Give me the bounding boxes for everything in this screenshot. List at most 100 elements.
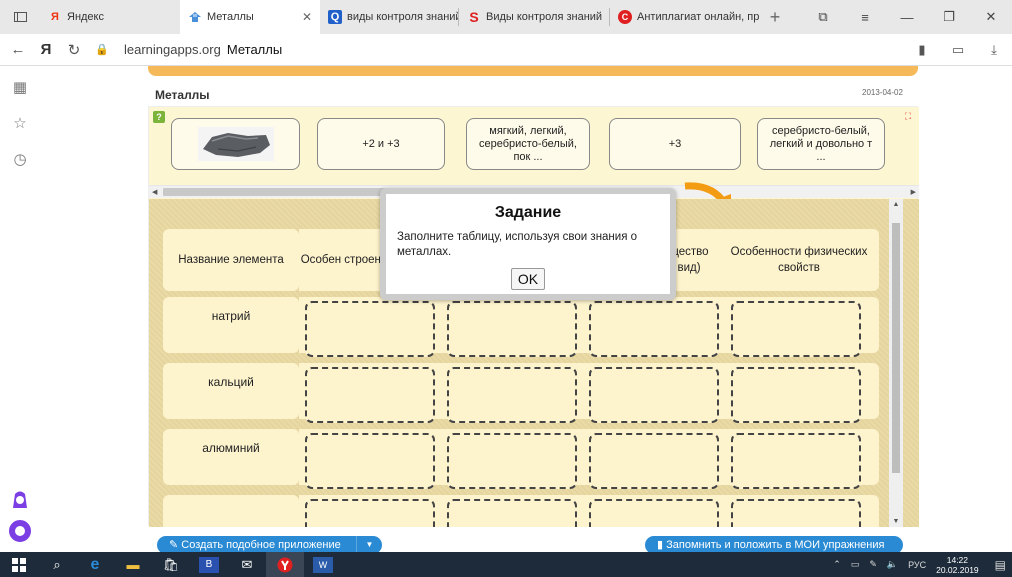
scroll-down-icon[interactable]: ▼ xyxy=(889,518,903,525)
card-silver-white[interactable]: серебристо-белый, легкий и довольно т ..… xyxy=(757,118,885,170)
app-date: 2013-04-02 xyxy=(862,88,903,97)
history-clock-icon[interactable]: ◷ xyxy=(0,150,40,174)
help-icon[interactable]: ? xyxy=(153,111,165,123)
column-header-structure: Особен строени xyxy=(299,229,389,291)
yandex-browser-icon[interactable] xyxy=(266,552,304,577)
drop-cell[interactable] xyxy=(305,301,435,357)
scroll-right-icon[interactable]: ▶ xyxy=(911,186,916,199)
minimize-icon[interactable]: — xyxy=(886,10,928,25)
file-explorer-icon[interactable]: ▬ xyxy=(114,552,152,577)
dialog-text: Заполните таблицу, используя свои знания… xyxy=(397,231,638,258)
network-icon[interactable]: ▭ xyxy=(851,559,860,570)
drop-cell[interactable] xyxy=(305,499,435,527)
page-content: Металлы 2013-04-02 +2 и +3 мягкий, легки… xyxy=(40,66,1012,552)
language-indicator[interactable]: РУС xyxy=(908,560,926,570)
tray-chevron-icon[interactable]: ⌃ xyxy=(833,559,841,570)
maximize-icon[interactable]: ❐ xyxy=(928,9,970,25)
card-image-sample[interactable] xyxy=(171,118,300,170)
c-icon: C xyxy=(618,10,632,24)
address-bar: ← Я ↻ 🔒 learningapps.org Металлы ▮ ▭ ⤓ xyxy=(0,34,1012,66)
cards-row: +2 и +3 мягкий, легкий, серебристо-белый… xyxy=(149,107,919,185)
panels-icon xyxy=(13,12,27,22)
tab-antiplagiat[interactable]: C Антиплагиат онлайн, пр xyxy=(610,0,760,34)
scroll-left-icon[interactable]: ◀ xyxy=(152,186,157,199)
yandex-logo-icon[interactable]: Я xyxy=(32,41,60,58)
save-to-my-exercises-button[interactable]: ▮ Запомнить и положить в МОИ упражнения xyxy=(645,536,903,552)
create-similar-app-button[interactable]: ✎ Создать подобное приложение ▼ xyxy=(157,536,382,552)
drop-cell[interactable] xyxy=(589,301,719,357)
drop-cell[interactable] xyxy=(305,433,435,489)
word-icon[interactable]: W xyxy=(313,556,333,573)
assistant-icon[interactable] xyxy=(9,520,31,542)
app-top-strip xyxy=(148,66,918,76)
drop-cell[interactable] xyxy=(731,499,861,527)
sidebar-toggle-button[interactable] xyxy=(0,0,40,34)
tabs-list-icon[interactable]: ⧉ xyxy=(802,9,844,25)
clock[interactable]: 14:22 20.02.2019 xyxy=(936,555,979,575)
search-icon: Q xyxy=(328,10,342,24)
window-close-icon[interactable]: ✕ xyxy=(970,9,1012,25)
search-icon[interactable]: ⌕ xyxy=(38,552,76,577)
drop-cell[interactable] xyxy=(589,499,719,527)
store-icon[interactable]: 🛍 xyxy=(152,552,190,577)
card-soft-light[interactable]: мягкий, легкий, серебристо-белый, пок ..… xyxy=(466,118,590,170)
url-field[interactable]: learningapps.org Металлы xyxy=(124,42,282,57)
table-vertical-scrollbar[interactable]: ▲ ▼ xyxy=(889,199,903,527)
row-label-sodium: натрий xyxy=(163,297,299,353)
edit-icon: ✎ xyxy=(169,539,182,551)
browser-sidebar: ▦ ☆ ◷ xyxy=(0,66,40,552)
metal-sample-image xyxy=(197,127,274,161)
tab-search[interactable]: Q виды контроля знаний xyxy=(320,0,458,34)
tab-metals[interactable]: Металлы ✕ xyxy=(180,0,320,34)
pen-icon[interactable]: ✎ xyxy=(869,559,877,570)
drop-cell[interactable] xyxy=(731,301,861,357)
task-dialog: Задание Заполните таблицу, используя сво… xyxy=(380,188,676,300)
scroll-thumb[interactable] xyxy=(892,223,900,473)
window-controls: ⧉ ≡ — ❐ ✕ xyxy=(802,0,1012,34)
lock-icon[interactable]: 🔒 xyxy=(88,43,116,56)
drop-cell[interactable] xyxy=(305,367,435,423)
mail-icon[interactable]: ✉ xyxy=(228,552,266,577)
drop-cell[interactable] xyxy=(447,433,577,489)
menu-icon[interactable]: ≡ xyxy=(844,10,886,25)
scroll-up-icon[interactable]: ▲ xyxy=(889,201,903,208)
tab-bar: Я Яндекс Металлы ✕ Q виды контроля знани… xyxy=(0,0,1012,34)
new-tab-button[interactable]: + xyxy=(760,7,790,28)
page-title: Металлы xyxy=(155,88,210,102)
drop-cell[interactable] xyxy=(447,499,577,527)
tab-kontrol[interactable]: S Виды контроля знаний xyxy=(459,0,609,34)
battery-icon[interactable]: ▭ xyxy=(940,42,976,58)
volume-icon[interactable]: 🔈 xyxy=(887,559,898,570)
drop-cell[interactable] xyxy=(447,301,577,357)
scroll-thumb[interactable] xyxy=(163,188,389,196)
drop-cell[interactable] xyxy=(731,433,861,489)
app-frame: +2 и +3 мягкий, легкий, серебристо-белый… xyxy=(148,106,919,527)
card-oxidation-2-3[interactable]: +2 и +3 xyxy=(317,118,445,170)
drop-cell[interactable] xyxy=(589,433,719,489)
notifications-icon[interactable]: ▤ xyxy=(995,558,1006,572)
fullscreen-icon[interactable]: ⛶ xyxy=(903,111,913,121)
reload-icon[interactable]: ↻ xyxy=(60,41,88,59)
app-b-icon[interactable]: B xyxy=(199,556,219,573)
drop-cell[interactable] xyxy=(589,367,719,423)
back-icon[interactable]: ← xyxy=(4,41,32,58)
windows-start-icon[interactable] xyxy=(0,552,38,577)
bookmark-icon[interactable]: ▮ xyxy=(904,42,940,58)
alice-icon[interactable] xyxy=(9,488,31,510)
apps-grid-icon[interactable]: ▦ xyxy=(0,78,40,102)
star-icon[interactable]: ☆ xyxy=(0,114,40,138)
dropdown-caret-icon[interactable]: ▼ xyxy=(356,536,382,552)
row-label-aluminium: алюминий xyxy=(163,429,299,485)
bookmark-icon: ▮ xyxy=(657,539,667,551)
edge-icon[interactable]: e xyxy=(76,552,114,577)
ok-button[interactable]: OK xyxy=(511,268,545,290)
close-icon[interactable]: ✕ xyxy=(302,10,312,24)
tab-yandex[interactable]: Я Яндекс xyxy=(40,0,180,34)
column-header-physical: Особенности физических свойств xyxy=(719,229,879,291)
drop-cell[interactable] xyxy=(731,367,861,423)
drop-cell[interactable] xyxy=(447,367,577,423)
system-tray: ⌃ ▭ ✎ 🔈 РУС 14:22 20.02.2019 ▤ xyxy=(833,552,1012,577)
card-oxidation-3[interactable]: +3 xyxy=(609,118,741,170)
download-icon[interactable]: ⤓ xyxy=(976,42,1012,58)
dialog-title: Задание xyxy=(494,204,562,221)
